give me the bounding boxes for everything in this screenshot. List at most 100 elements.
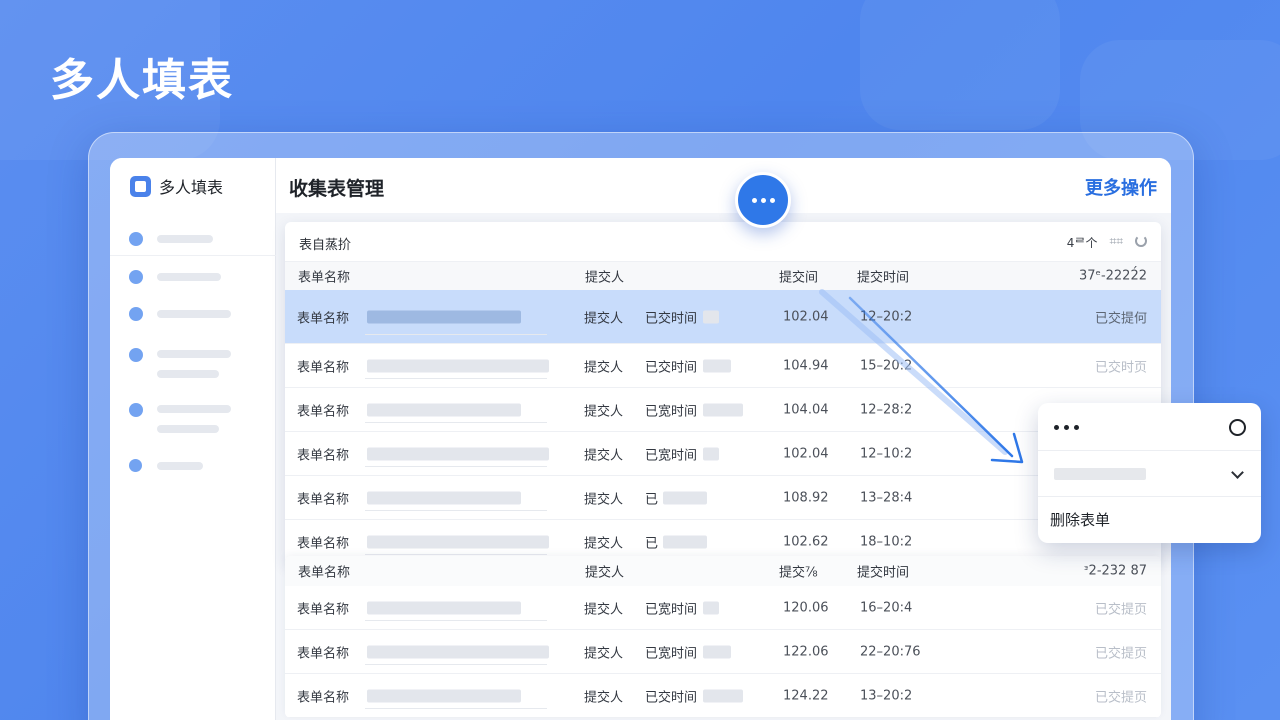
- sidebar-divider: [110, 255, 276, 256]
- more-actions-link[interactable]: 更多操作: [1085, 174, 1157, 200]
- row-submitter: 提交人: [584, 404, 624, 419]
- table-row[interactable]: 表单名称 提交人 已交时间 102.04 12–20:2 已交提何: [285, 290, 1161, 344]
- column-header-count[interactable]: 提交间: [779, 267, 818, 286]
- select-value: [1054, 468, 1146, 480]
- row-submit-count: 104.94: [783, 358, 829, 373]
- row-submit-meta: 已宽时间: [645, 602, 698, 617]
- sidebar-item-label: [157, 405, 231, 413]
- sidebar-dot-icon: [129, 459, 142, 472]
- row-submitter: 提交人: [584, 311, 624, 326]
- table-row[interactable]: 表单名称 提交人 已 108.92 13–28:4: [285, 476, 1161, 520]
- refresh-icon[interactable]: [1135, 235, 1147, 247]
- sidebar-item-label: [157, 273, 221, 281]
- column-header-submitter[interactable]: 提交人: [585, 267, 624, 286]
- column-header-extra: 37ᵉ-2222́2: [1078, 268, 1147, 284]
- row-submit-time: 13–20:2: [860, 688, 913, 703]
- top-bar: 收集表管理 更多操作: [276, 158, 1171, 213]
- row-underline: [365, 422, 547, 423]
- row-submitter: 提交人: [584, 448, 624, 463]
- row-submit-count: 122.06: [783, 644, 829, 659]
- sidebar-item-sublabel: [157, 370, 219, 378]
- row-status[interactable]: 已交时页: [1095, 356, 1147, 375]
- row-submit-count: 124.22: [783, 688, 829, 703]
- row-underline: [365, 378, 547, 379]
- row-form-name: 表单名称: [297, 404, 350, 419]
- row-redacted-value: [367, 491, 521, 504]
- row-underline: [365, 510, 547, 511]
- column-header-extra: ᵌ2-232 87: [1083, 563, 1147, 579]
- row-submit-meta: 已宽时间: [645, 404, 698, 419]
- app-window: 多人填表 收集表管理 更多操作 表自蒸扴 4ᄅ个 ⌗⌗ 表单名称 提交人 提交间…: [110, 158, 1171, 720]
- row-redacted-value: [367, 447, 549, 460]
- row-submit-count: 104.04: [783, 402, 829, 417]
- card-toolbar: 4ᄅ个 ⌗⌗: [1067, 234, 1147, 251]
- column-header-count[interactable]: 提交⅞: [779, 562, 818, 581]
- page-title: 收集表管理: [289, 178, 385, 200]
- popup-header: [1038, 403, 1261, 451]
- row-status[interactable]: 已交提何: [1095, 307, 1147, 326]
- row-submit-time: 12–28:2: [860, 402, 913, 417]
- row-redacted-time: [703, 310, 719, 323]
- sidebar-item-sublabel: [157, 425, 219, 433]
- delete-form-menu-item[interactable]: 删除表单: [1050, 509, 1110, 530]
- more-dots-icon[interactable]: [1054, 425, 1079, 430]
- row-underline: [365, 466, 547, 467]
- row-form-name: 表单名称: [297, 492, 350, 507]
- background-shape: [860, 0, 1060, 130]
- row-redacted-value: [367, 535, 549, 548]
- table-row[interactable]: 表单名称 提交人 已宽时间 122.06 22–20:76 已交提页: [285, 630, 1161, 674]
- row-redacted-time: [703, 601, 719, 614]
- row-submitter: 提交人: [584, 360, 624, 375]
- row-submit-meta: 已交时间: [645, 311, 698, 326]
- row-status[interactable]: 已交提页: [1095, 642, 1147, 661]
- row-status[interactable]: 已交提页: [1095, 598, 1147, 617]
- row-redacted-time: [663, 535, 707, 548]
- row-status[interactable]: 已交提页: [1095, 686, 1147, 705]
- row-submit-time: 15–20:2: [860, 358, 913, 373]
- row-underline: [365, 664, 547, 665]
- chevron-down-icon[interactable]: [1231, 466, 1244, 479]
- column-header-name[interactable]: 表单名称: [298, 267, 350, 286]
- column-header-time[interactable]: 提交时间: [857, 562, 909, 581]
- table-row[interactable]: 表单名称 提交人 已宽时间 104.04 12–28:2: [285, 388, 1161, 432]
- row-redacted-value: [367, 689, 521, 702]
- sidebar-dot-icon: [129, 307, 143, 321]
- card-title: 表自蒸扴: [299, 238, 352, 253]
- row-submitter: 提交人: [584, 646, 624, 661]
- sidebar-item-label: [157, 310, 231, 318]
- more-options-fab[interactable]: [735, 172, 791, 228]
- column-header-time[interactable]: 提交时间: [857, 267, 909, 286]
- row-submit-count: 102.04: [783, 446, 829, 461]
- sidebar-dot-icon: [129, 270, 143, 284]
- sidebar: 多人填表: [110, 158, 276, 720]
- circle-icon[interactable]: [1229, 419, 1246, 436]
- table-header: 表单名称 提交人 提交⅞ 提交时间 ᵌ2-232 87: [285, 556, 1161, 586]
- row-underline: [365, 708, 547, 709]
- brand-logo-icon: [130, 175, 151, 197]
- row-submit-meta: 已: [645, 536, 659, 551]
- form-table-card-secondary: 表单名称 提交人 提交⅞ 提交时间 ᵌ2-232 87 表单名称 提交人 已宽时间 1…: [285, 556, 1161, 718]
- row-submit-count: 102.04: [783, 309, 829, 324]
- row-submit-time: 18–10:2: [860, 534, 913, 549]
- table-row[interactable]: 表单名称 提交人 已交时间 104.94 15–20:2 已交时页: [285, 344, 1161, 388]
- sidebar-item-label: [157, 235, 213, 243]
- table-row[interactable]: 表单名称 提交人 已交时间 124.22 13–20:2 已交提页: [285, 674, 1161, 718]
- row-submit-meta: 已宽时间: [645, 646, 698, 661]
- row-form-name: 表单名称: [297, 646, 350, 661]
- row-submit-meta: 已宽时间: [645, 448, 698, 463]
- table-row[interactable]: 表单名称 提交人 已宽时间 102.04 12–10:2: [285, 432, 1161, 476]
- row-submit-meta: 已交时间: [645, 360, 698, 375]
- brand[interactable]: 多人填表: [130, 174, 223, 198]
- popup-select[interactable]: [1038, 451, 1261, 497]
- row-underline: [365, 334, 547, 335]
- sidebar-item-label: [157, 350, 231, 358]
- record-count: 4ᄅ个: [1066, 236, 1098, 250]
- column-header-name[interactable]: 表单名称: [298, 562, 350, 581]
- table-row[interactable]: 表单名称 提交人 已宽时间 120.06 16–20:4 已交提页: [285, 586, 1161, 630]
- row-redacted-time: [663, 491, 707, 504]
- row-submit-count: 120.06: [783, 600, 829, 615]
- card-header: 表自蒸扴 4ᄅ个 ⌗⌗: [285, 222, 1161, 262]
- filter-icon[interactable]: ⌗⌗: [1109, 234, 1123, 251]
- row-form-name: 表单名称: [297, 360, 350, 375]
- column-header-submitter[interactable]: 提交人: [585, 562, 624, 581]
